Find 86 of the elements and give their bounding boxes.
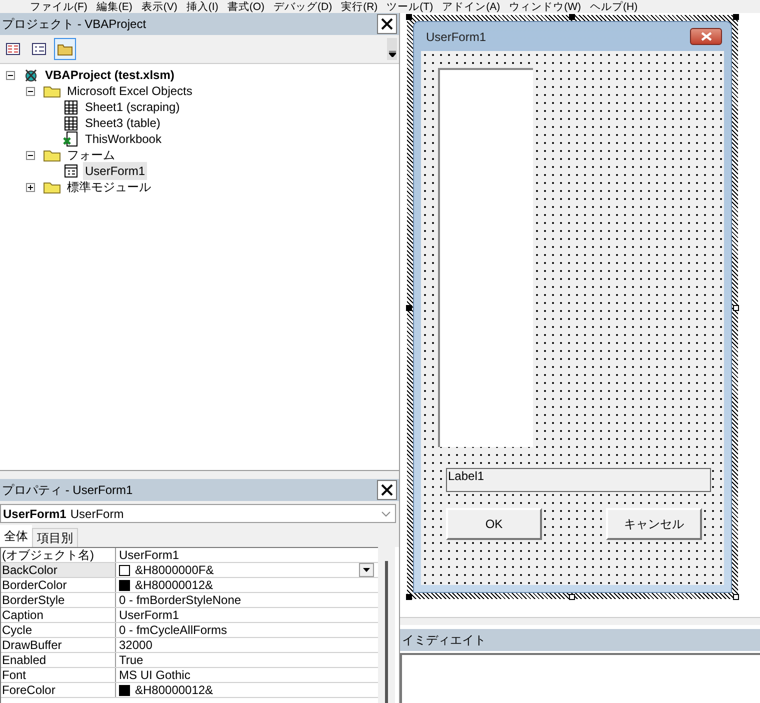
tree-item[interactable]: フォーム bbox=[65, 146, 117, 164]
property-name[interactable]: Cycle bbox=[1, 623, 116, 637]
resize-handle[interactable] bbox=[406, 305, 412, 311]
property-name[interactable]: Enabled bbox=[1, 653, 116, 667]
tab[interactable]: 項目別 bbox=[32, 528, 78, 547]
property-name[interactable]: BorderStyle bbox=[1, 593, 116, 607]
workbook-icon bbox=[63, 131, 79, 147]
sheet-icon bbox=[63, 99, 79, 115]
close-icon bbox=[381, 18, 393, 30]
resize-handle[interactable] bbox=[733, 305, 739, 311]
view-object-icon bbox=[32, 43, 46, 55]
property-name[interactable]: Font bbox=[1, 668, 116, 682]
object-name: UserForm1 bbox=[3, 506, 66, 522]
close-icon bbox=[381, 484, 393, 496]
caret-down-icon bbox=[363, 568, 370, 572]
view-code-icon bbox=[6, 43, 20, 55]
property-name[interactable]: (オブジェクト名) bbox=[1, 548, 116, 562]
close-button[interactable] bbox=[377, 14, 397, 34]
close-button[interactable] bbox=[377, 480, 397, 500]
form-icon bbox=[63, 163, 79, 179]
tree-item[interactable]: ThisWorkbook bbox=[83, 130, 164, 148]
resize-handle[interactable] bbox=[569, 14, 575, 20]
expander-icon[interactable] bbox=[6, 70, 15, 80]
panel-title: プロパティ - UserForm1 bbox=[2, 482, 133, 499]
sheet-icon bbox=[63, 115, 79, 131]
resize-handle[interactable] bbox=[733, 594, 739, 600]
property-value: True bbox=[119, 653, 144, 667]
property-value: 0 - fmBorderStyleNone bbox=[119, 593, 242, 607]
panel-title: プロジェクト - VBAProject bbox=[2, 16, 146, 33]
menu-item[interactable]: 表示(V) bbox=[141, 1, 178, 13]
property-name[interactable]: ForeColor bbox=[1, 683, 116, 697]
property-name[interactable]: BackColor bbox=[1, 563, 116, 577]
close-icon bbox=[700, 32, 712, 41]
expander-icon[interactable] bbox=[26, 86, 35, 96]
property-value: MS UI Gothic bbox=[119, 668, 190, 682]
tree-item[interactable]: 標準モジュール bbox=[65, 178, 153, 196]
menu-item[interactable]: ウィンドウ(W) bbox=[509, 1, 581, 13]
object-dropdown[interactable]: UserForm1 UserForm bbox=[0, 504, 396, 523]
property-value: &H8000000F& bbox=[135, 563, 214, 577]
menu-item[interactable]: ファイル(F) bbox=[30, 1, 88, 13]
form-button[interactable]: キャンセル bbox=[606, 508, 702, 540]
panel-title: イミディエイト bbox=[402, 632, 486, 649]
menu-item[interactable]: アドイン(A) bbox=[442, 1, 500, 13]
property-value: &H80000012& bbox=[135, 683, 214, 697]
property-value: &H80000012& bbox=[135, 578, 214, 592]
tree-item[interactable]: Sheet3 (table) bbox=[83, 114, 162, 132]
window-title: UserForm1 bbox=[426, 28, 486, 46]
resize-handle[interactable] bbox=[733, 14, 739, 20]
resize-handle[interactable] bbox=[406, 594, 412, 600]
project-icon bbox=[23, 67, 39, 83]
expander-icon[interactable] bbox=[26, 182, 35, 192]
property-name[interactable]: Caption bbox=[1, 608, 116, 622]
menu-item[interactable]: 実行(R) bbox=[341, 1, 378, 13]
menu-item[interactable]: ヘルプ(H) bbox=[590, 1, 638, 13]
folder-icon bbox=[57, 42, 73, 56]
immediate-pane[interactable] bbox=[400, 653, 760, 703]
property-name[interactable]: BorderColor bbox=[1, 578, 116, 592]
form-button[interactable]: OK bbox=[446, 508, 542, 540]
tree-item[interactable]: Microsoft Excel Objects bbox=[65, 82, 194, 100]
property-value: UserForm1 bbox=[119, 548, 180, 562]
property-value: 32000 bbox=[119, 638, 152, 652]
expander-icon[interactable] bbox=[26, 150, 35, 160]
property-value: 0 - fmCycleAllForms bbox=[119, 623, 228, 637]
object-type: UserForm bbox=[70, 506, 124, 522]
menu-item[interactable]: デバッグ(D) bbox=[274, 1, 332, 13]
resize-handle[interactable] bbox=[569, 594, 575, 600]
menu-item[interactable]: 書式(O) bbox=[227, 1, 265, 13]
chevron-down-icon bbox=[381, 510, 391, 516]
folder-icon bbox=[43, 180, 61, 194]
tree-item[interactable]: Sheet1 (scraping) bbox=[83, 98, 182, 116]
folder-icon bbox=[43, 148, 61, 162]
resize-handle[interactable] bbox=[406, 14, 412, 20]
tab[interactable]: 全体 bbox=[0, 525, 32, 547]
property-value: UserForm1 bbox=[119, 608, 180, 622]
property-name[interactable]: DrawBuffer bbox=[1, 638, 116, 652]
list-box[interactable] bbox=[438, 68, 533, 447]
dropdown-button[interactable] bbox=[359, 563, 374, 577]
menu-item[interactable]: 編集(E) bbox=[96, 1, 132, 13]
label-control: Label1 bbox=[446, 468, 711, 492]
tree-item[interactable]: VBAProject (test.xlsm) bbox=[43, 66, 176, 84]
toolbar-overflow-icon[interactable] bbox=[387, 38, 397, 60]
tree-item[interactable]: UserForm1 bbox=[83, 162, 148, 180]
menu-item[interactable]: ツール(T) bbox=[386, 1, 434, 13]
menu-item[interactable]: 挿入(I) bbox=[186, 1, 218, 13]
folder-icon bbox=[43, 84, 61, 98]
close-button[interactable] bbox=[690, 28, 722, 45]
